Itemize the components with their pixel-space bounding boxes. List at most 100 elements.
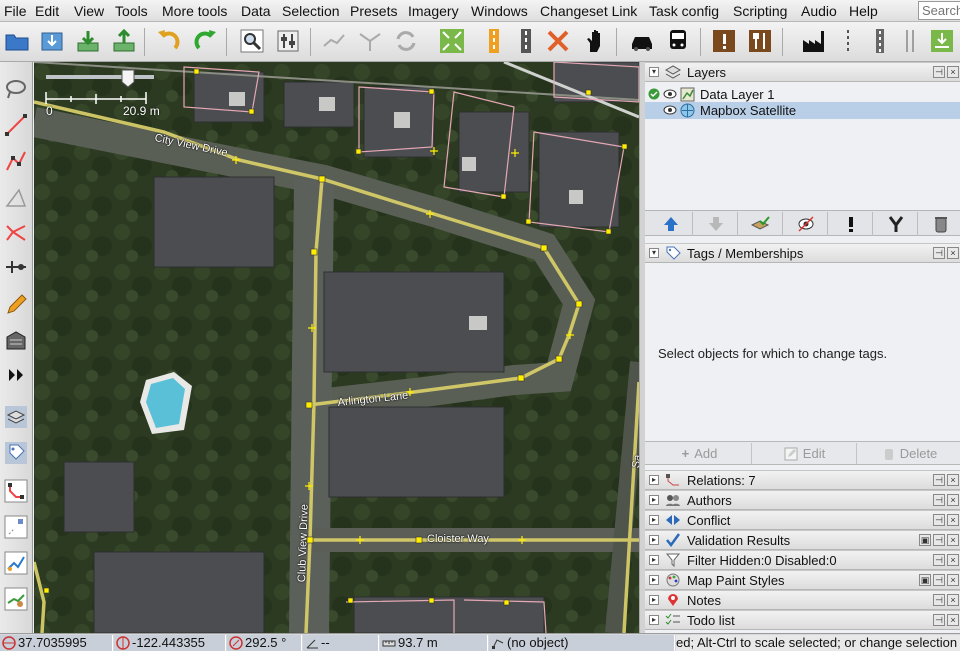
edit-tag-button[interactable]: Edit xyxy=(753,443,857,464)
pin-icon[interactable]: ⊣ xyxy=(933,554,945,566)
parallel-way-button[interactable] xyxy=(2,252,30,282)
expand-icon[interactable]: ▸ xyxy=(649,555,659,565)
toggle-validation-button[interactable] xyxy=(2,548,30,578)
preferences-button[interactable] xyxy=(272,25,304,57)
zoom-to-button[interactable] xyxy=(236,25,268,57)
close-icon[interactable]: × xyxy=(947,534,959,546)
map-view[interactable]: 0 20.9 m City View Drive Arlington Lane … xyxy=(34,62,639,633)
close-icon[interactable]: × xyxy=(947,514,959,526)
menu-file[interactable]: File xyxy=(4,3,27,19)
expand-icon[interactable]: ▸ xyxy=(649,495,659,505)
open-file-button[interactable] xyxy=(1,25,33,57)
todo-panel-header[interactable]: ▸ Todo list ⊣ × xyxy=(645,610,960,630)
save-button[interactable] xyxy=(926,25,958,57)
split-way-button[interactable] xyxy=(318,25,350,57)
expand-icon[interactable]: ▸ xyxy=(649,535,659,545)
draw-angle-button[interactable] xyxy=(2,182,30,212)
collapse-icon[interactable]: ▾ xyxy=(649,67,659,77)
more-tools-button[interactable] xyxy=(2,360,30,390)
pin-icon[interactable]: ⊣ xyxy=(933,614,945,626)
menu-scripting[interactable]: Scripting xyxy=(733,3,787,19)
expand-icon[interactable]: ▸ xyxy=(649,595,659,605)
menu-presets[interactable]: Presets xyxy=(350,3,397,19)
close-icon[interactable]: × xyxy=(947,594,959,606)
reverse-way-button[interactable] xyxy=(390,25,422,57)
expand-icon[interactable]: ▸ xyxy=(649,475,659,485)
upload-button[interactable] xyxy=(108,25,140,57)
car-preset-button[interactable] xyxy=(626,25,658,57)
improve-way-button[interactable] xyxy=(2,218,30,248)
toggle-map-paint-button[interactable] xyxy=(2,584,30,614)
active-check-icon[interactable] xyxy=(648,88,660,100)
close-icon[interactable]: × xyxy=(947,247,959,259)
menu-data[interactable]: Data xyxy=(241,3,271,19)
move-layer-down-button[interactable] xyxy=(694,212,738,236)
expand-icon[interactable]: ▸ xyxy=(649,515,659,525)
expand-icon[interactable]: ▸ xyxy=(649,575,659,585)
move-layer-up-button[interactable] xyxy=(649,212,693,236)
validation-panel-header[interactable]: ▸ Validation Results ▣ ⊣ × xyxy=(645,530,960,550)
delete-tag-button[interactable]: Delete xyxy=(858,443,960,464)
pin-icon[interactable]: ⊣ xyxy=(933,474,945,486)
toggle-selection-list-button[interactable] xyxy=(2,512,30,542)
menu-imagery[interactable]: Imagery xyxy=(408,3,459,19)
close-icon[interactable]: × xyxy=(947,474,959,486)
hand-preset-button[interactable] xyxy=(580,25,612,57)
toggle-layers-button[interactable] xyxy=(2,402,30,432)
close-icon[interactable]: × xyxy=(947,494,959,506)
conflict-panel-header[interactable]: ▸ Conflict ⊣ × xyxy=(645,510,960,530)
toggle-tags-button[interactable] xyxy=(2,438,30,468)
delete-layer-button[interactable] xyxy=(919,212,960,236)
close-icon[interactable]: × xyxy=(947,614,959,626)
draw-polyline-button[interactable] xyxy=(2,146,30,176)
pin-icon[interactable]: ⊣ xyxy=(933,494,945,506)
select-mode-button[interactable] xyxy=(2,74,30,104)
add-tag-button[interactable]: + Add xyxy=(648,443,752,464)
close-icon[interactable]: × xyxy=(947,554,959,566)
activate-layer-button[interactable] xyxy=(739,212,783,236)
pin-icon[interactable]: ⊣ xyxy=(933,514,945,526)
close-icon[interactable]: × xyxy=(947,66,959,78)
layer-row-imagery[interactable]: Mapbox Satellite xyxy=(645,102,960,119)
shop-preset-button[interactable] xyxy=(708,25,740,57)
layers-panel-header[interactable]: ▾ Layers ⊣ × xyxy=(645,62,960,82)
road-preset-button[interactable] xyxy=(478,25,510,57)
menu-view[interactable]: View xyxy=(74,3,104,19)
menu-audio[interactable]: Audio xyxy=(801,3,837,19)
redo-button[interactable] xyxy=(190,25,222,57)
visibility-eye-icon[interactable] xyxy=(663,105,677,115)
menu-edit[interactable]: Edit xyxy=(35,3,59,19)
close-icon[interactable]: × xyxy=(947,574,959,586)
undo-button[interactable] xyxy=(152,25,184,57)
search-input[interactable] xyxy=(918,1,960,20)
expand-icon[interactable]: ▸ xyxy=(649,615,659,625)
pin-icon[interactable]: ⊣ xyxy=(933,574,945,586)
settings-icon[interactable]: ▣ xyxy=(919,574,931,586)
collapse-icon[interactable]: ▾ xyxy=(649,248,659,258)
filter-panel-header[interactable]: ▸ Filter Hidden:0 Disabled:0 ⊣ × xyxy=(645,550,960,570)
tags-panel-header[interactable]: ▾ Tags / Memberships ⊣ × xyxy=(645,243,960,263)
menu-windows[interactable]: Windows xyxy=(471,3,528,19)
combine-way-button[interactable] xyxy=(354,25,386,57)
menu-help[interactable]: Help xyxy=(849,3,878,19)
merge-layer-button[interactable] xyxy=(874,212,918,236)
authors-panel-header[interactable]: ▸ Authors ⊣ × xyxy=(645,490,960,510)
line-preset-button[interactable] xyxy=(894,25,926,57)
draw-pencil-button[interactable] xyxy=(2,290,30,320)
track-preset-button[interactable] xyxy=(864,25,896,57)
pin-icon[interactable]: ⊣ xyxy=(933,534,945,546)
draw-line-button[interactable] xyxy=(2,110,30,140)
road-gray-preset-button[interactable] xyxy=(510,25,542,57)
crossing-preset-button[interactable] xyxy=(542,25,574,57)
restaurant-preset-button[interactable] xyxy=(744,25,776,57)
toggle-relations-button[interactable] xyxy=(2,476,30,506)
download-button[interactable] xyxy=(72,25,104,57)
show-info-button[interactable] xyxy=(829,212,873,236)
open-location-button[interactable] xyxy=(36,25,68,57)
path-preset-button[interactable] xyxy=(832,25,864,57)
menu-tools[interactable]: Tools xyxy=(115,3,148,19)
menu-task-config[interactable]: Task config xyxy=(649,3,719,19)
layer-row-data-layer[interactable]: Data Layer 1 xyxy=(645,86,960,103)
pin-icon[interactable]: ⊣ xyxy=(933,66,945,78)
pin-icon[interactable]: ⊣ xyxy=(933,594,945,606)
